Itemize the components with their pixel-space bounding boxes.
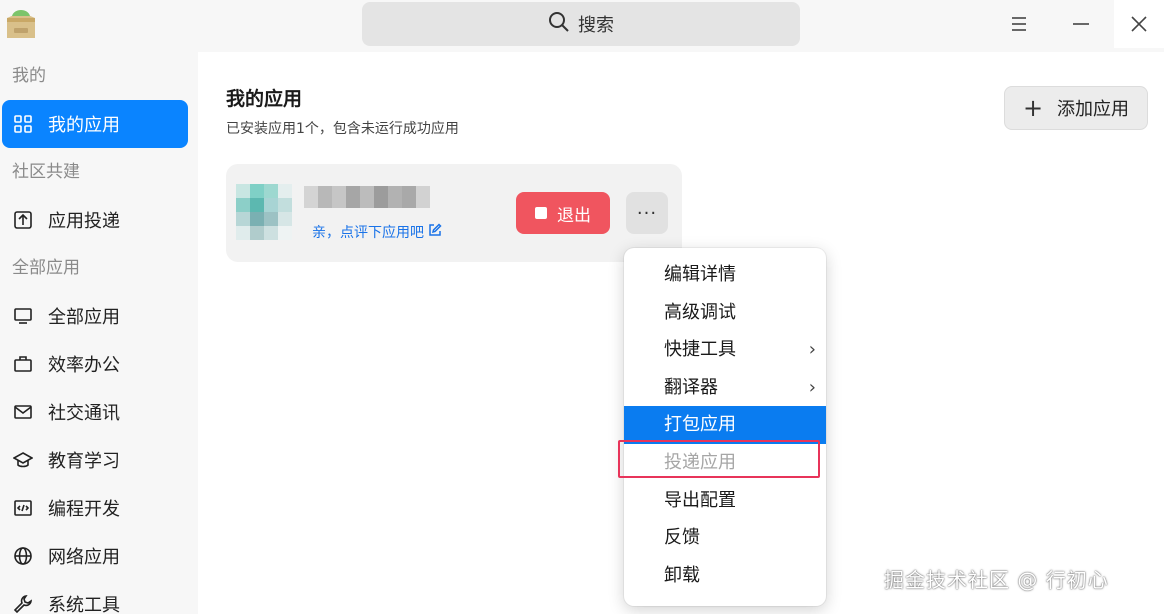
menu-item-quick-tools[interactable]: 快捷工具 ›	[624, 331, 826, 369]
add-app-label: 添加应用	[1057, 99, 1130, 120]
sidebar-item-network[interactable]: 网络应用	[2, 532, 188, 580]
close-button[interactable]	[1114, 0, 1164, 48]
sidebar-item-label: 网络应用	[48, 547, 120, 568]
menu-item-export-config[interactable]: 导出配置	[624, 482, 826, 520]
menu-item-edit-details[interactable]: 编辑详情	[624, 256, 826, 294]
app-name-redacted	[304, 186, 430, 208]
menu-item-label: 编辑详情	[664, 264, 736, 285]
minimize-button[interactable]	[1056, 0, 1106, 48]
search-label: 搜索	[578, 15, 614, 36]
search-icon	[548, 11, 570, 38]
quit-label: 退出	[557, 205, 591, 226]
grid-icon	[12, 113, 34, 135]
sidebar: 我的 我的应用 社区共建 应用投递 全部应用 全部应用 效率办公 社交通讯 教育…	[0, 52, 198, 614]
mail-icon	[12, 401, 34, 423]
sidebar-item-label: 社交通讯	[48, 403, 120, 424]
edit-icon	[428, 223, 442, 241]
search-bar[interactable]: 搜索	[362, 2, 800, 46]
sidebar-item-label: 全部应用	[48, 307, 120, 328]
sidebar-item-label: 编程开发	[48, 499, 120, 520]
menu-item-advanced-debug[interactable]: 高级调试	[624, 294, 826, 332]
menu-item-package-app[interactable]: 打包应用	[624, 406, 826, 444]
sidebar-item-programming[interactable]: 编程开发	[2, 484, 188, 532]
menu-button[interactable]	[994, 0, 1044, 48]
sidebar-item-all-apps[interactable]: 全部应用	[2, 292, 188, 340]
sidebar-item-system-tools[interactable]: 系统工具	[2, 580, 188, 614]
menu-item-feedback[interactable]: 反馈	[624, 519, 826, 557]
app-card: 亲，点评下应用吧 退出 ···	[226, 164, 682, 262]
menu-item-label: 快捷工具	[664, 339, 736, 361]
menu-item-label: 反馈	[664, 527, 700, 549]
chevron-right-icon: ›	[808, 376, 816, 398]
sidebar-item-my-apps[interactable]: 我的应用	[2, 100, 188, 148]
menu-item-label: 翻译器	[664, 376, 718, 398]
title-bar: 搜索	[0, 0, 1164, 52]
more-dots-icon: ···	[636, 202, 658, 224]
menu-item-label: 卸载	[664, 564, 700, 586]
menu-item-label: 打包应用	[664, 414, 736, 436]
review-link[interactable]: 亲，点评下应用吧	[312, 222, 442, 242]
globe-icon	[12, 545, 34, 567]
app-logo-icon	[4, 6, 38, 42]
sidebar-item-label: 效率办公	[48, 355, 120, 376]
sidebar-item-education[interactable]: 教育学习	[2, 436, 188, 484]
watermark: 掘金技术社区 @ 行初心	[884, 568, 1109, 592]
monitor-icon	[12, 305, 34, 327]
sidebar-item-office[interactable]: 效率办公	[2, 340, 188, 388]
menu-item-submit-app: 投递应用	[624, 444, 826, 482]
upload-box-icon	[12, 209, 34, 231]
sidebar-item-social[interactable]: 社交通讯	[2, 388, 188, 436]
app-icon	[236, 184, 292, 240]
sidebar-item-label: 系统工具	[48, 595, 120, 614]
close-icon	[1131, 16, 1147, 32]
menu-item-label: 投递应用	[664, 451, 736, 473]
add-app-button[interactable]: + 添加应用	[1004, 86, 1148, 130]
plus-icon: +	[1022, 94, 1044, 122]
menu-item-label: 高级调试	[664, 301, 736, 323]
sidebar-group-community: 社区共建	[12, 162, 80, 182]
stop-icon	[535, 207, 547, 219]
menu-icon	[1012, 17, 1026, 31]
code-icon	[12, 497, 34, 519]
sidebar-group-all: 全部应用	[12, 258, 80, 278]
sidebar-group-mine: 我的	[12, 66, 46, 86]
sidebar-item-app-submit[interactable]: 应用投递	[2, 196, 188, 244]
minimize-icon	[1073, 23, 1089, 25]
context-menu: 编辑详情 高级调试 快捷工具 › 翻译器 › 打包应用 投递应用 导出配置 反馈…	[624, 248, 826, 606]
sidebar-item-label: 教育学习	[48, 451, 120, 472]
menu-item-label: 导出配置	[664, 489, 736, 511]
briefcase-icon	[12, 353, 34, 375]
more-button[interactable]: ···	[626, 192, 668, 234]
sidebar-item-label: 我的应用	[48, 115, 120, 136]
menu-item-translator[interactable]: 翻译器 ›	[624, 369, 826, 407]
chevron-right-icon: ›	[808, 339, 816, 361]
page-subtitle: 已安装应用1个，包含未运行成功应用	[226, 121, 459, 137]
menu-item-uninstall[interactable]: 卸载	[624, 557, 826, 595]
wrench-icon	[12, 593, 34, 614]
graduation-cap-icon	[12, 449, 34, 471]
page-title: 我的应用	[226, 88, 303, 110]
quit-button[interactable]: 退出	[516, 192, 610, 234]
sidebar-item-label: 应用投递	[48, 211, 120, 232]
review-link-label: 亲，点评下应用吧	[312, 225, 424, 241]
